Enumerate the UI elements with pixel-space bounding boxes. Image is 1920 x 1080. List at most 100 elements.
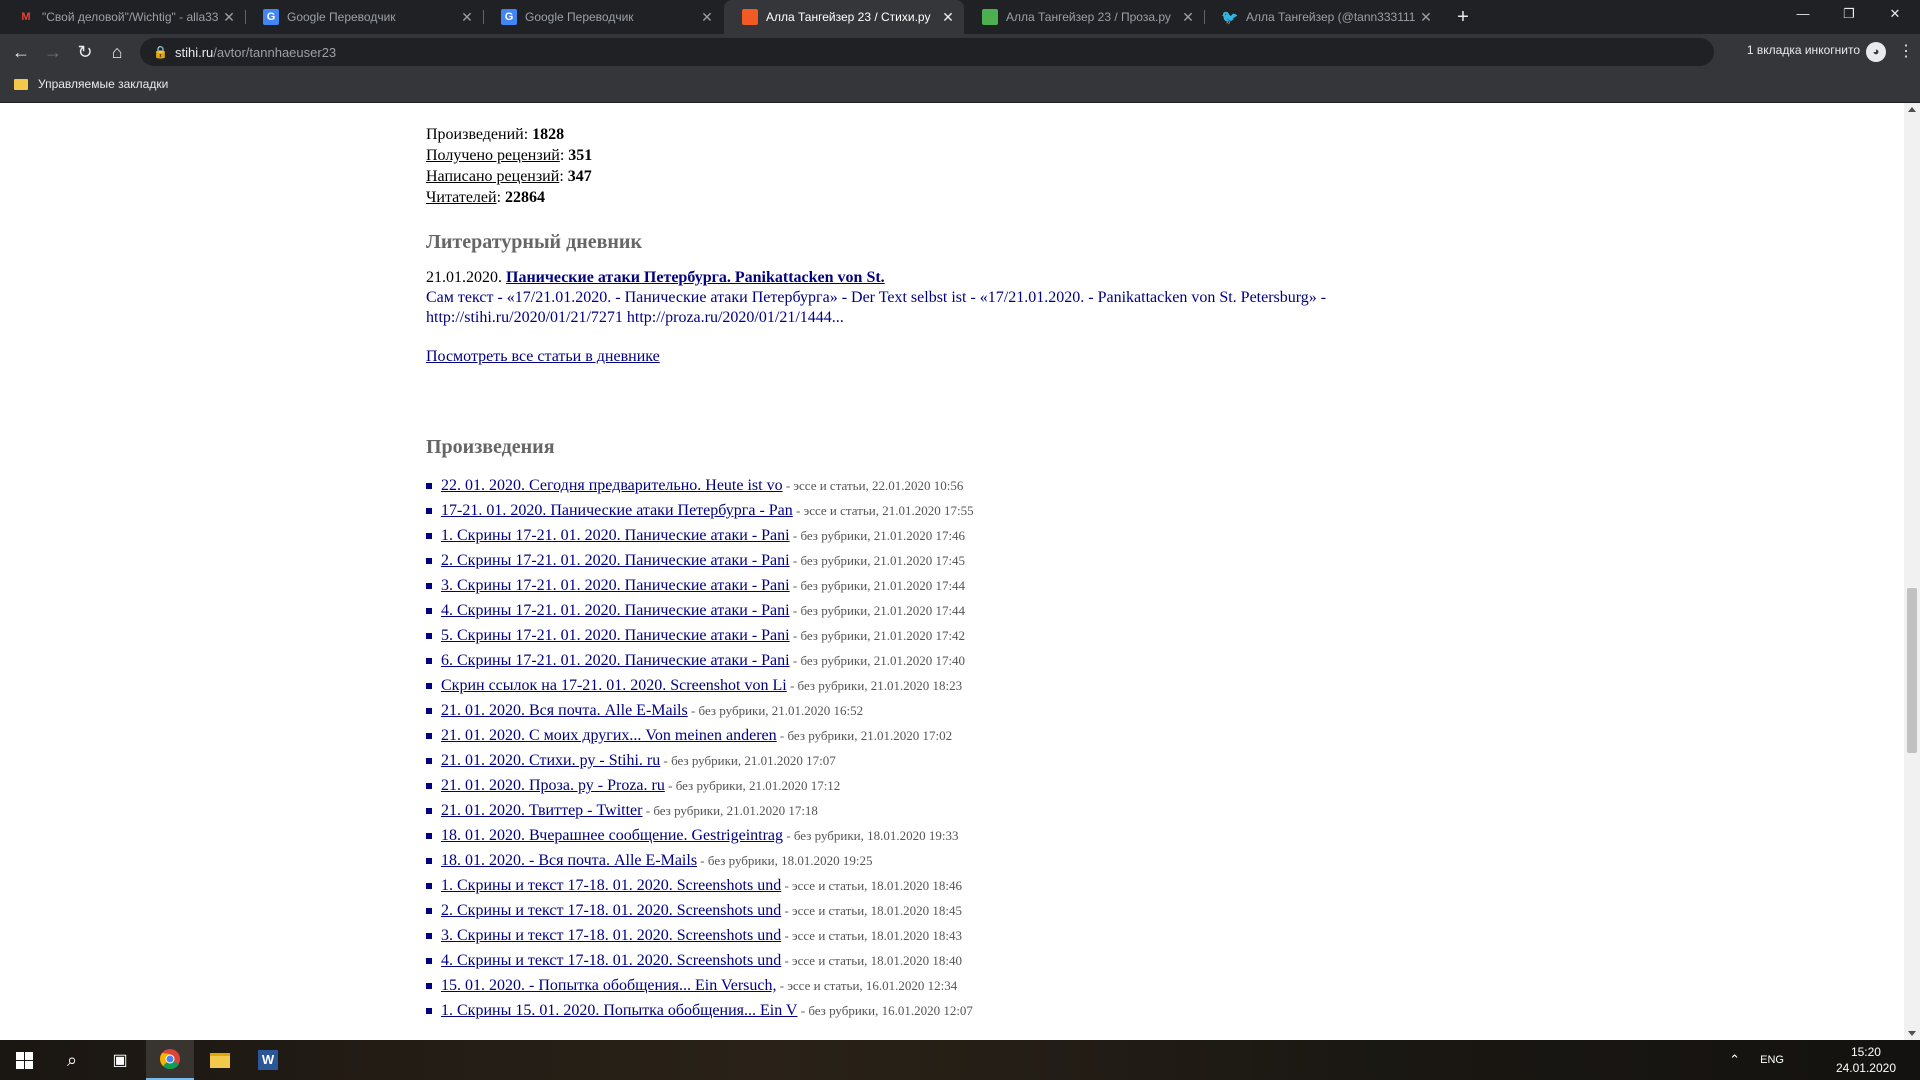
- bullet-icon: [426, 1008, 432, 1014]
- clock[interactable]: 15:20 24.01.2020: [1836, 1044, 1896, 1076]
- work-title-link[interactable]: 2. Скрины и текст 17-18. 01. 2020. Scree…: [441, 902, 781, 919]
- work-list-item: 4. Скрины и текст 17-18. 01. 2020. Scree…: [426, 948, 1426, 973]
- bullet-icon: [426, 583, 432, 589]
- tab-title: Google Переводчик: [287, 10, 396, 24]
- work-title-link[interactable]: 4. Скрины 17-21. 01. 2020. Панические ат…: [441, 602, 790, 619]
- tab-twitter[interactable]: 🐦 Алла Тангейзер (@tann333111a ✕: [1204, 0, 1442, 34]
- file-explorer-icon[interactable]: [196, 1040, 244, 1080]
- reload-icon[interactable]: ↻: [74, 41, 96, 63]
- bullet-icon: [426, 683, 432, 689]
- word-icon[interactable]: W: [244, 1040, 292, 1080]
- bookmark-folder[interactable]: Управляемые закладки: [14, 77, 168, 91]
- close-icon[interactable]: ✕: [219, 9, 239, 26]
- work-title-link[interactable]: 17-21. 01. 2020. Панические атаки Петерб…: [441, 502, 793, 519]
- work-list-item: 18. 01. 2020. - Вся почта. Alle E-Mails …: [426, 848, 1426, 873]
- work-title-link[interactable]: 1. Скрины 15. 01. 2020. Попытка обобщени…: [441, 1002, 797, 1019]
- close-icon[interactable]: ✕: [1178, 9, 1198, 26]
- bullet-icon: [426, 783, 432, 789]
- reviews-written-link[interactable]: Написано рецензий: [426, 168, 559, 185]
- close-icon[interactable]: ✕: [938, 9, 958, 26]
- tab-proza[interactable]: Алла Тангейзер 23 / Проза.ру ✕: [964, 0, 1204, 34]
- close-window-button[interactable]: ✕: [1872, 0, 1918, 30]
- menu-dots-icon[interactable]: ⋮: [1898, 41, 1914, 63]
- diary-entry: 21.01.2020. Панические атаки Петербурга.…: [426, 268, 1426, 328]
- back-arrow-icon[interactable]: ←: [10, 41, 32, 63]
- tab-google-translate-2[interactable]: G Google Переводчик ✕: [483, 0, 723, 34]
- start-button[interactable]: [0, 1040, 48, 1080]
- close-icon[interactable]: ✕: [457, 9, 477, 26]
- work-meta: - эссе и статьи, 22.01.2020 10:56: [782, 478, 964, 493]
- lock-icon: 🔒: [153, 45, 168, 59]
- work-title-link[interactable]: 3. Скрины 17-21. 01. 2020. Панические ат…: [441, 577, 790, 594]
- home-icon[interactable]: ⌂: [106, 41, 128, 63]
- task-view-icon[interactable]: ▣: [96, 1040, 144, 1080]
- work-title-link[interactable]: 21. 01. 2020. Проза. ру - Proza. ru: [441, 777, 665, 794]
- search-icon[interactable]: ⌕: [48, 1040, 96, 1080]
- stat-readers: Читателей: 22864: [426, 189, 546, 206]
- work-meta: - эссе и статьи, 18.01.2020 18:40: [781, 953, 963, 968]
- windows-logo-icon: [15, 1051, 33, 1069]
- stihi-icon: [742, 9, 758, 25]
- tab-google-translate-1[interactable]: G Google Переводчик ✕: [245, 0, 483, 34]
- scrollbar-thumb[interactable]: [1907, 588, 1917, 753]
- work-title-link[interactable]: 5. Скрины 17-21. 01. 2020. Панические ат…: [441, 627, 790, 644]
- diary-entry-text: Сам текст - «17/21.01.2020. - Панические…: [426, 289, 1327, 326]
- google-translate-icon: G: [501, 9, 517, 25]
- work-meta: - без рубрики, 21.01.2020 17:45: [789, 553, 966, 568]
- work-title-link[interactable]: 3. Скрины и текст 17-18. 01. 2020. Scree…: [441, 927, 781, 944]
- close-icon[interactable]: ✕: [697, 9, 717, 26]
- work-meta: - без рубрики, 21.01.2020 16:52: [687, 703, 864, 718]
- work-title-link[interactable]: 21. 01. 2020. Вся почта. Alle E-Mails: [441, 702, 688, 719]
- bullet-icon: [426, 858, 432, 864]
- bullet-icon: [426, 833, 432, 839]
- bookmark-folder-label: Управляемые закладки: [38, 77, 169, 91]
- work-title-link[interactable]: 15. 01. 2020. - Попытка обобщения... Ein…: [441, 977, 776, 994]
- restore-button[interactable]: ❐: [1826, 0, 1872, 30]
- work-title-link[interactable]: 4. Скрины и текст 17-18. 01. 2020. Scree…: [441, 952, 781, 969]
- work-title-link[interactable]: 18. 01. 2020. Вчерашнее сообщение. Gestr…: [441, 827, 783, 844]
- tab-strip: M "Свой деловой"/Wichtig" - alla33 ✕ G G…: [0, 0, 1920, 34]
- work-title-link[interactable]: 18. 01. 2020. - Вся почта. Alle E-Mails: [441, 852, 697, 869]
- work-list-item: 2. Скрины 17-21. 01. 2020. Панические ат…: [426, 548, 1426, 573]
- reviews-received-link[interactable]: Получено рецензий: [426, 147, 560, 164]
- bullet-icon: [426, 758, 432, 764]
- scroll-down-arrow-icon[interactable]: [1908, 1031, 1916, 1036]
- work-title-link[interactable]: 1. Скрины 17-21. 01. 2020. Панические ат…: [441, 527, 790, 544]
- clock-date: 24.01.2020: [1835, 1061, 1896, 1075]
- readers-link[interactable]: Читателей: [426, 189, 497, 206]
- work-title-link[interactable]: 6. Скрины 17-21. 01. 2020. Панические ат…: [441, 652, 790, 669]
- work-title-link[interactable]: 21. 01. 2020. Стихи. ру - Stihi. ru: [441, 752, 660, 769]
- work-list-item: 21. 01. 2020. Проза. ру - Proza. ru - бе…: [426, 773, 1426, 798]
- work-meta: - без рубрики, 21.01.2020 17:44: [789, 578, 966, 593]
- page-viewport: Произведений: 1828 Получено рецензий: 35…: [0, 103, 1904, 1040]
- work-meta: - без рубрики, 21.01.2020 17:42: [789, 628, 966, 643]
- all-diary-articles-link[interactable]: Посмотреть все статьи в дневнике: [426, 348, 1426, 366]
- bullet-icon: [426, 958, 432, 964]
- works-list: 22. 01. 2020. Сегодня предварительно. He…: [426, 473, 1426, 1023]
- diary-entry-link[interactable]: Панические атаки Петербурга. Panikattack…: [506, 269, 885, 286]
- work-title-link[interactable]: Скрин ссылок на 17-21. 01. 2020. Screens…: [441, 677, 787, 694]
- forward-arrow-icon[interactable]: →: [42, 41, 64, 63]
- close-icon[interactable]: ✕: [1416, 9, 1436, 26]
- minimize-button[interactable]: —: [1780, 0, 1826, 30]
- new-tab-button[interactable]: +: [1452, 6, 1474, 28]
- language-indicator[interactable]: ENG: [1760, 1040, 1784, 1080]
- tab-gmail[interactable]: M "Свой деловой"/Wichtig" - alla33 ✕: [0, 0, 245, 34]
- incognito-label[interactable]: 1 вкладка инкогнито: [1747, 43, 1860, 57]
- work-title-link[interactable]: 21. 01. 2020. С моих других... Von meine…: [441, 727, 777, 744]
- address-bar[interactable]: 🔒 stihi.ru/avtor/tannhaeuser23: [140, 38, 1714, 66]
- gmail-icon: M: [21, 11, 31, 23]
- show-hidden-icons-icon[interactable]: ⌃: [1729, 1040, 1740, 1080]
- twitter-icon: 🐦: [1221, 8, 1239, 25]
- bullet-icon: [426, 908, 432, 914]
- work-title-link[interactable]: 22. 01. 2020. Сегодня предварительно. He…: [441, 477, 783, 494]
- work-title-link[interactable]: 1. Скрины и текст 17-18. 01. 2020. Scree…: [441, 877, 781, 894]
- work-title-link[interactable]: 21. 01. 2020. Твиттер - Twitter: [441, 802, 642, 819]
- scroll-up-arrow-icon[interactable]: [1908, 107, 1916, 112]
- vertical-scrollbar[interactable]: [1904, 103, 1920, 1040]
- work-title-link[interactable]: 2. Скрины 17-21. 01. 2020. Панические ат…: [441, 552, 790, 569]
- works-heading: Произведения: [426, 436, 555, 458]
- chrome-taskbar-icon[interactable]: [146, 1040, 194, 1080]
- tab-stihi[interactable]: Алла Тангейзер 23 / Стихи.ру ✕: [724, 0, 964, 34]
- incognito-icon[interactable]: ◕: [1866, 42, 1886, 62]
